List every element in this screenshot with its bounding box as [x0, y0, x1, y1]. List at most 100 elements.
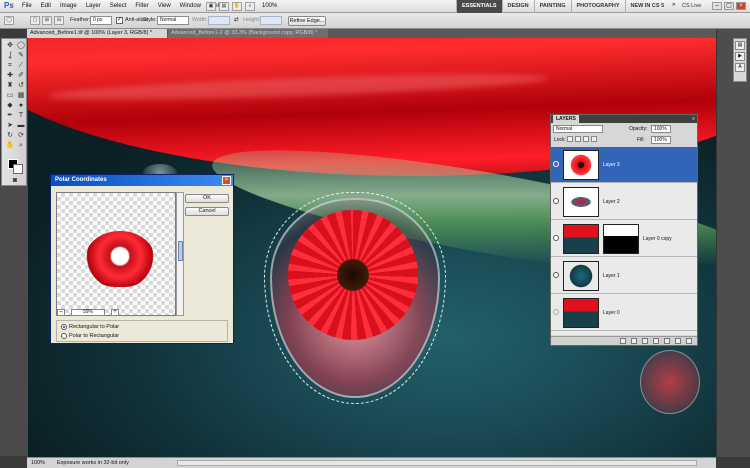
- layer-mask-thumbnail[interactable]: [603, 224, 639, 254]
- quick-selection-tool-icon[interactable]: ✎: [16, 52, 26, 60]
- visibility-eye-icon[interactable]: [553, 272, 559, 278]
- menu-layer[interactable]: Layer: [86, 3, 101, 9]
- menu-file[interactable]: File: [22, 3, 32, 9]
- visibility-eye-icon[interactable]: [553, 198, 559, 204]
- panel-menu-icon[interactable]: ≡: [692, 116, 695, 122]
- healing-brush-tool-icon[interactable]: ✚: [5, 72, 15, 80]
- gradient-tool-icon[interactable]: ▦: [16, 92, 26, 100]
- opacity-input[interactable]: 100%: [651, 125, 671, 133]
- workspace-essentials[interactable]: ESSENTIALS: [456, 0, 502, 13]
- new-group-icon[interactable]: [664, 338, 670, 344]
- refine-edge-button[interactable]: Refine Edge...: [288, 16, 326, 26]
- lock-transparency-icon[interactable]: [567, 136, 573, 142]
- horizontal-scrollbar[interactable]: [177, 460, 697, 466]
- blur-tool-icon[interactable]: ◆: [5, 102, 15, 110]
- adjustment-layer-icon[interactable]: [653, 338, 659, 344]
- add-mask-icon[interactable]: [642, 338, 648, 344]
- preview-scrollbar[interactable]: [176, 192, 184, 316]
- zoom-level[interactable]: 100%: [262, 3, 277, 9]
- layer-row[interactable]: Layer 1: [551, 258, 697, 294]
- 3d-orbit-tool-icon[interactable]: ⟳: [16, 132, 26, 140]
- swap-icon[interactable]: ⇄: [234, 17, 239, 23]
- ok-button[interactable]: OK: [185, 194, 229, 203]
- menu-edit[interactable]: Edit: [41, 3, 51, 9]
- subtract-selection-icon[interactable]: ⊟: [54, 16, 64, 25]
- dodge-tool-icon[interactable]: ●: [16, 102, 26, 110]
- lasso-tool-icon[interactable]: ʆ: [5, 52, 15, 60]
- menu-window[interactable]: Window: [180, 3, 201, 9]
- zoom-icon[interactable]: ⌕: [245, 2, 255, 11]
- preview-scroll-thumb[interactable]: [178, 241, 183, 261]
- filter-preview[interactable]: [56, 192, 176, 316]
- feather-input[interactable]: 0 px: [90, 16, 112, 25]
- clone-stamp-tool-icon[interactable]: ♜: [5, 82, 15, 90]
- blend-mode-select[interactable]: Normal: [553, 125, 603, 133]
- shape-tool-icon[interactable]: ▬: [16, 122, 26, 130]
- layer-row[interactable]: Layer 2: [551, 184, 697, 220]
- eraser-tool-icon[interactable]: ▭: [5, 92, 15, 100]
- layer-row[interactable]: Layer 0 copy: [551, 221, 697, 257]
- bridge-icon[interactable]: ▣: [206, 2, 216, 11]
- radio-polar-to-rectangular[interactable]: [61, 333, 67, 339]
- menu-filter[interactable]: Filter: [135, 3, 148, 9]
- link-layers-icon[interactable]: [620, 338, 626, 344]
- visibility-eye-icon[interactable]: [553, 161, 559, 167]
- mini-bridge-icon[interactable]: ▤: [219, 2, 229, 11]
- add-to-selection-icon[interactable]: ⊞: [42, 16, 52, 25]
- crop-tool-icon[interactable]: ⌗: [5, 62, 15, 70]
- workspace-photography[interactable]: PHOTOGRAPHY: [570, 0, 625, 13]
- minimize-icon[interactable]: –: [712, 2, 722, 10]
- path-selection-tool-icon[interactable]: ➤: [5, 122, 15, 130]
- workspace-more-icon[interactable]: »: [672, 2, 675, 8]
- zoom-out-button[interactable]: –: [57, 309, 65, 316]
- option-rectangular-to-polar[interactable]: Rectangular to Polar: [61, 324, 119, 330]
- visibility-eye-icon[interactable]: [553, 309, 559, 315]
- workspace-painting[interactable]: PAINTING: [533, 0, 571, 13]
- eyedropper-tool-icon[interactable]: ⁄: [16, 62, 26, 70]
- layer-style-icon[interactable]: [631, 338, 637, 344]
- workspace-design[interactable]: DESIGN: [501, 0, 534, 13]
- hand-tool-icon[interactable]: ✋: [5, 142, 15, 150]
- option-polar-to-rectangular[interactable]: Polar to Rectangular: [61, 333, 119, 339]
- hand-icon[interactable]: ✋: [232, 2, 242, 11]
- elliptical-selection-marquee[interactable]: [264, 192, 446, 404]
- new-layer-icon[interactable]: [675, 338, 681, 344]
- brush-tool-icon[interactable]: ✐: [16, 72, 26, 80]
- delete-layer-icon[interactable]: [686, 338, 692, 344]
- type-tool-icon[interactable]: T: [16, 112, 26, 120]
- menu-image[interactable]: Image: [60, 3, 77, 9]
- move-tool-icon[interactable]: ✥: [5, 42, 15, 50]
- lock-position-icon[interactable]: [583, 136, 589, 142]
- preview-zoom[interactable]: 59%: [71, 309, 105, 316]
- tab-document-2[interactable]: Advanced_Before1-2 @ 33.3% (Background c…: [168, 29, 328, 38]
- style-select[interactable]: Normal: [157, 16, 189, 25]
- fill-input[interactable]: 100%: [651, 136, 671, 144]
- 3d-rotate-tool-icon[interactable]: ↻: [5, 132, 15, 140]
- elliptical-marquee-tool-icon[interactable]: ◯: [4, 16, 14, 25]
- dialog-close-icon[interactable]: ×: [222, 176, 231, 185]
- height-input[interactable]: [260, 16, 282, 25]
- width-input[interactable]: [208, 16, 230, 25]
- maximize-icon[interactable]: ▢: [724, 2, 734, 10]
- menu-select[interactable]: Select: [110, 3, 127, 9]
- quick-mask-icon[interactable]: ◙: [10, 177, 20, 185]
- tab-document-1[interactable]: Advanced_Before1.tif @ 100% (Layer 3, RG…: [27, 29, 167, 38]
- workspace-new-in-cs5[interactable]: NEW IN CS 5: [624, 0, 670, 13]
- character-panel-icon[interactable]: A: [735, 63, 745, 72]
- menu-view[interactable]: View: [158, 3, 171, 9]
- layer-row[interactable]: Layer 0: [551, 295, 697, 331]
- close-icon[interactable]: ×: [736, 2, 746, 10]
- background-color-swatch[interactable]: [13, 164, 23, 174]
- marquee-tool-icon[interactable]: ◯: [16, 42, 26, 50]
- visibility-eye-icon[interactable]: [553, 235, 559, 241]
- antialias-checkbox[interactable]: ✓: [116, 17, 123, 24]
- status-zoom[interactable]: 100%: [31, 460, 45, 466]
- pen-tool-icon[interactable]: ✒: [5, 112, 15, 120]
- history-panel-icon[interactable]: ▤: [735, 41, 745, 50]
- radio-rectangular-to-polar[interactable]: [61, 324, 67, 330]
- lock-pixels-icon[interactable]: [575, 136, 581, 142]
- history-brush-tool-icon[interactable]: ↺: [16, 82, 26, 90]
- cs-live-button[interactable]: CS Live: [682, 3, 701, 9]
- cancel-button[interactable]: Cancel: [185, 207, 229, 216]
- actions-panel-icon[interactable]: ▶: [735, 52, 745, 61]
